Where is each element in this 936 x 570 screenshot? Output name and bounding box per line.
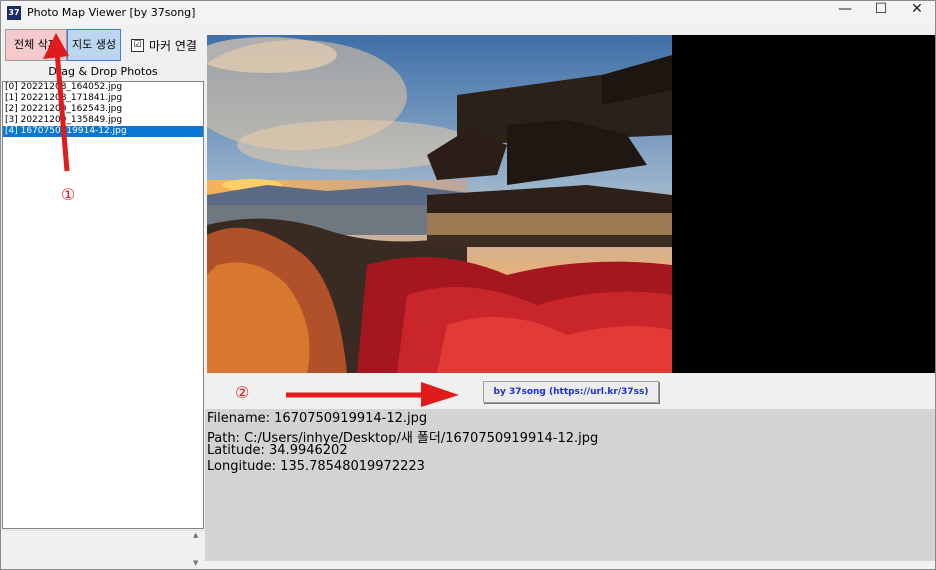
arrow-2-head-icon (421, 382, 459, 407)
annotation-arrows (43, 33, 459, 407)
arrow-1-head-icon (43, 33, 69, 59)
annotation-marker-1: ① (61, 185, 76, 204)
annotation-marker-2: ② (235, 383, 250, 402)
arrow-1-icon (54, 50, 70, 172)
app-window: 37 Photo Map Viewer [by 37song] — ☐ ✕ 전체… (0, 0, 936, 570)
